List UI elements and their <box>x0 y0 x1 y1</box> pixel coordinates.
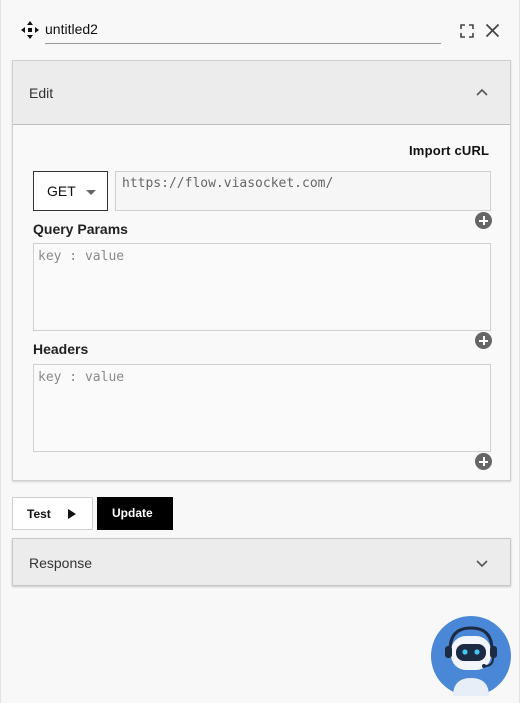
update-button-label: Update <box>112 506 153 520</box>
test-button[interactable]: Test <box>12 497 93 530</box>
edit-section-title: Edit <box>29 85 54 101</box>
edit-accordion-header[interactable]: Edit <box>13 61 510 125</box>
response-accordion-header[interactable]: Response <box>12 538 511 586</box>
chevron-down-icon[interactable] <box>476 559 488 569</box>
editor-panel: Edit Import cURL GET https://flow.viasoc… <box>0 0 520 703</box>
response-section-title: Response <box>29 555 93 571</box>
play-icon <box>68 509 76 519</box>
robot-assistant-icon[interactable] <box>431 616 511 696</box>
test-button-label: Test <box>27 507 51 521</box>
url-input[interactable]: https://flow.viasocket.com/ <box>115 171 491 211</box>
edit-section: Edit Import cURL GET https://flow.viasoc… <box>12 60 511 481</box>
query-params-label: Query Params <box>33 221 128 237</box>
query-params-input[interactable]: key : value <box>33 243 491 331</box>
headers-label: Headers <box>33 341 89 357</box>
chevron-up-icon[interactable] <box>476 87 488 97</box>
add-header-button[interactable] <box>475 453 492 470</box>
update-button[interactable]: Update <box>97 497 173 530</box>
expand-icon[interactable] <box>460 24 474 38</box>
http-method-value: GET <box>47 183 76 199</box>
flow-title-input[interactable] <box>45 18 441 44</box>
close-icon[interactable] <box>485 23 500 38</box>
http-method-select[interactable]: GET <box>33 171 108 211</box>
move-arrows-icon[interactable] <box>21 21 39 39</box>
headers-input[interactable]: key : value <box>33 364 491 452</box>
caret-down-icon <box>86 190 96 195</box>
add-query-param-button[interactable] <box>475 332 492 349</box>
add-url-button[interactable] <box>475 212 492 229</box>
import-curl-button[interactable]: Import cURL <box>409 143 489 158</box>
